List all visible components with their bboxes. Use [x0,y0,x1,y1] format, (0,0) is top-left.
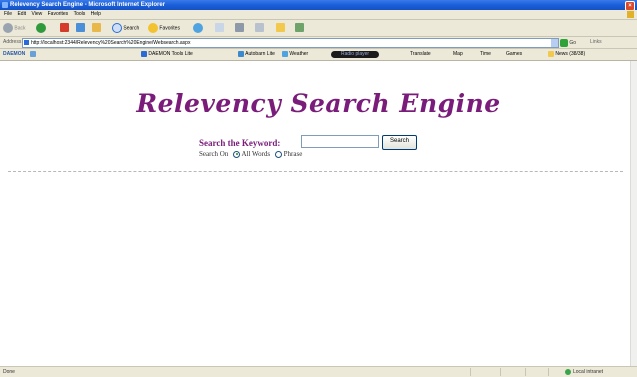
daemon-logo: DAEMON [3,51,26,57]
home-icon [92,23,101,33]
search-provider-icon [30,50,36,57]
menu-tools[interactable]: Tools [74,10,86,19]
menu-favorites[interactable]: Favorites [48,10,69,19]
back-button[interactable]: Back [3,23,26,33]
page-icon [24,40,29,46]
weather-label: Weather [289,51,309,57]
maps-label: Map [453,51,463,57]
go-arrow-icon [560,38,568,47]
search-on-row: Search On All Words Phrase [199,150,302,158]
back-label: Back [14,25,26,32]
intranet-icon [565,368,571,375]
menu-view[interactable]: View [31,10,42,19]
favorites-button[interactable]: Favorites [148,23,180,33]
phrase-label: Phrase [283,150,303,158]
page-content: Relevency Search Engine Search the Keywo… [0,61,637,366]
forward-button[interactable] [36,23,46,33]
search-button[interactable]: Search [382,135,417,150]
games-button[interactable]: Games [506,49,522,60]
refresh-button[interactable] [76,23,85,33]
daemon-lite-label: DAEMON Tools Lite [148,51,193,57]
translate-button[interactable]: Translate [410,49,431,60]
time-label: Time [480,51,491,57]
windows-logo-icon [627,11,634,18]
address-label: Address [3,39,22,45]
radio-player-label: Radio player [331,51,380,58]
search-keyword-label: Search the Keyword: [199,138,281,148]
status-divider [548,368,549,376]
maps-button[interactable]: Map [453,49,463,60]
star-icon [148,23,158,33]
address-url: http://localhost:2344/Relevency%20Search… [31,40,191,46]
search-toolbar-button[interactable]: Search [112,23,139,33]
document-icon [255,23,264,33]
all-words-label: All Words [241,150,271,158]
radio-all-words[interactable] [233,150,241,158]
stop-button[interactable] [60,23,69,33]
mail-icon [215,23,224,33]
go-label: Go [569,40,577,46]
ie-icon [2,2,8,8]
edit-button[interactable] [255,23,264,33]
daemon-toolbar: DAEMON DAEMON Tools Lite Autobarn Lite W… [0,49,637,61]
menu-bar: File Edit View Favorites Tools Help [0,10,637,20]
search-on-label: Search On [199,150,229,158]
games-label: Games [506,51,523,57]
printer-icon [235,23,244,33]
favorites-label: Favorites [159,25,180,32]
links-label[interactable]: Links [590,37,602,48]
autobarn-label: Autobarn Lite [245,51,275,57]
daemon-lite-button[interactable]: DAEMON Tools Lite [141,49,193,60]
window-titlebar: Relevency Search Engine - Microsoft Inte… [0,0,637,11]
menu-edit[interactable]: Edit [17,10,26,19]
news-button[interactable]: News (38/38) [548,49,585,60]
search-toolbar-label: Search [123,25,140,32]
search-provider-dropdown[interactable] [30,49,36,60]
address-input[interactable]: http://localhost:2344/Relevency%20Search… [22,38,559,48]
standard-toolbar: Back Search Favorites [0,20,637,37]
magnifier-icon [112,23,122,33]
menu-help[interactable]: Help [91,10,101,19]
back-arrow-icon [3,23,13,33]
home-button[interactable] [92,23,101,33]
page-title: Relevency Search Engine [136,89,501,118]
daemon-icon [141,50,147,57]
mail-button[interactable] [215,23,224,33]
history-button[interactable] [193,23,203,33]
history-icon [193,23,203,33]
messenger-button[interactable] [295,23,304,33]
search-input[interactable] [301,135,379,148]
status-divider [470,368,471,376]
autobarn-icon [238,50,244,57]
news-label: News (38/38) [555,51,586,57]
refresh-icon [76,23,85,33]
zone-label: Local intranet [573,369,604,375]
radio-player[interactable]: Radio player [331,49,380,60]
folder-icon [276,23,285,33]
print-button[interactable] [235,23,244,33]
stop-icon [60,23,69,33]
status-bar: Done Local intranet [0,366,637,377]
weather-icon [282,50,288,57]
radio-phrase[interactable] [274,150,282,158]
weather-button[interactable]: Weather [282,49,308,60]
divider [8,171,623,172]
menu-file[interactable]: File [4,10,12,19]
messenger-icon [295,23,304,33]
forward-arrow-icon [36,23,46,33]
go-button[interactable]: Go [560,38,576,49]
time-button[interactable]: Time [480,49,491,60]
translate-label: Translate [410,51,431,57]
vertical-scrollbar[interactable] [630,61,637,366]
address-dropdown-icon[interactable] [551,39,558,47]
folder-button[interactable] [276,23,285,33]
window-title: Relevency Search Engine - Microsoft Inte… [10,2,166,8]
address-bar: Address http://localhost:2344/Relevency%… [0,37,637,49]
news-icon [548,50,554,57]
autobarn-button[interactable]: Autobarn Lite [238,49,275,60]
status-divider [500,368,501,376]
status-divider [525,368,526,376]
